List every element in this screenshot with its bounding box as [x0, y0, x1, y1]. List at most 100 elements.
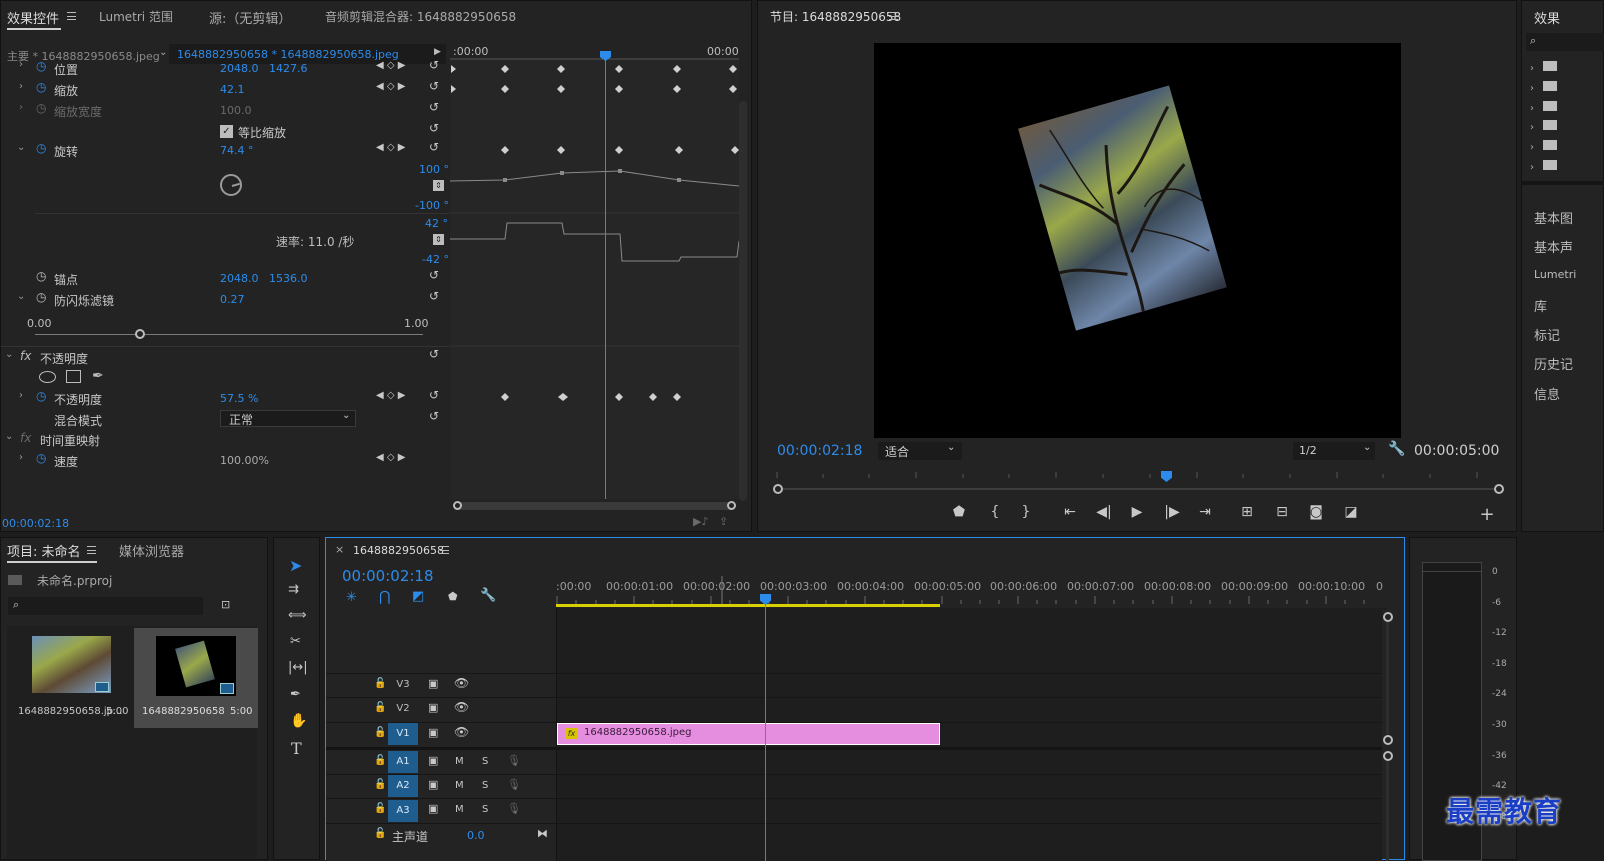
linked-selection-icon[interactable]: ◩: [412, 589, 424, 604]
panel-tab-essential-graphics[interactable]: 基本图: [1534, 208, 1573, 227]
keyframe-nav-icon[interactable]: ◀ ◇ ▶: [376, 390, 405, 401]
program-title[interactable]: 节目: 1648882950658: [770, 8, 901, 25]
eye-icon[interactable]: 👁: [454, 725, 469, 739]
reset-icon[interactable]: ↺: [429, 347, 439, 361]
expand-arrow-icon[interactable]: ›: [19, 59, 23, 70]
scale-value[interactable]: 42.1: [220, 83, 245, 96]
rotation-value[interactable]: 74.4 °: [220, 144, 254, 157]
hand-tool-icon[interactable]: ✋: [290, 713, 307, 729]
timeline-vscroll-track[interactable]: [1386, 761, 1389, 861]
export-icon[interactable]: ⇪: [719, 515, 728, 528]
timeline-tab-title[interactable]: 1648882950658: [353, 544, 444, 557]
stopwatch-icon[interactable]: ◷: [36, 451, 46, 465]
eye-icon[interactable]: 👁: [454, 676, 469, 690]
uniform-scale-checkbox[interactable]: ✓: [220, 125, 233, 138]
track-target-a3[interactable]: A3: [388, 800, 418, 822]
play-icon[interactable]: ▶: [1127, 504, 1147, 520]
sync-lock-icon[interactable]: ▣: [428, 677, 438, 690]
microphone-icon[interactable]: 🎙: [507, 778, 521, 791]
work-area-bar[interactable]: [556, 604, 940, 607]
mute-button[interactable]: M: [455, 780, 464, 791]
effects-search[interactable]: [1526, 33, 1604, 51]
keyframe-nav-icon[interactable]: ◀ ◇ ▶: [376, 81, 405, 92]
track-target-v3[interactable]: V3: [388, 674, 418, 696]
scrubber-handle-left[interactable]: [773, 484, 783, 494]
chevron-down-icon[interactable]: ⌄: [159, 47, 167, 58]
tab-lumetri-scopes[interactable]: Lumetri 范围: [99, 8, 173, 25]
add-button-icon[interactable]: +: [1477, 504, 1497, 525]
track-target-v1[interactable]: V1: [388, 723, 418, 745]
pen-tool-icon[interactable]: ✒: [290, 687, 301, 702]
reset-icon[interactable]: ↺: [429, 79, 439, 93]
stopwatch-icon[interactable]: ◷: [36, 389, 46, 403]
sync-lock-icon[interactable]: ▣: [428, 802, 438, 815]
fx-icon[interactable]: fx: [20, 349, 31, 363]
lock-icon[interactable]: 🔓: [374, 755, 386, 766]
type-tool-icon[interactable]: T: [291, 739, 302, 758]
flicker-value[interactable]: 0.27: [220, 293, 245, 306]
program-scrubber[interactable]: [773, 464, 1504, 494]
menu-icon[interactable]: [67, 12, 76, 20]
keyframe-nav-icon[interactable]: ◀ ◇ ▶: [376, 452, 405, 463]
folder-icon[interactable]: ›: [1530, 160, 1558, 173]
keyframe-nav-icon[interactable]: ◀ ◇ ▶: [376, 60, 405, 71]
export-frame-icon[interactable]: ◙: [1306, 504, 1326, 520]
reset-icon[interactable]: ↺: [429, 100, 439, 114]
reset-icon[interactable]: ↺: [429, 140, 439, 154]
solo-button[interactable]: S: [482, 756, 488, 767]
microphone-icon[interactable]: 🎙: [507, 802, 521, 815]
master-value[interactable]: 0.0: [467, 829, 485, 842]
razor-tool-icon[interactable]: ✂: [290, 634, 301, 649]
position-y-value[interactable]: 1427.6: [269, 62, 308, 75]
stopwatch-icon[interactable]: ◷: [36, 269, 46, 283]
wrench-icon[interactable]: 🔧: [1388, 441, 1405, 457]
folder-icon[interactable]: ›: [1530, 61, 1558, 74]
step-forward-icon[interactable]: |▶: [1162, 504, 1182, 520]
sync-lock-icon[interactable]: ▣: [428, 726, 438, 739]
snap-icon[interactable]: ⋂: [379, 589, 390, 605]
lock-icon[interactable]: 🔓: [374, 702, 386, 713]
program-video-frame[interactable]: [874, 43, 1401, 438]
flicker-slider-thumb[interactable]: [134, 329, 145, 339]
panel-tab-history[interactable]: 历史记: [1534, 354, 1573, 373]
project-item-selected[interactable]: 1648882950658 5:00: [134, 628, 258, 728]
expand-arrow-icon[interactable]: ›: [19, 452, 23, 463]
expand-arrow-icon[interactable]: ›: [19, 390, 23, 401]
add-marker-icon[interactable]: ⬟: [949, 504, 969, 520]
menu-icon[interactable]: [87, 546, 96, 554]
time-ruler[interactable]: :00:00 00:00:01:00 00:00:02:00 00:00:03:…: [556, 576, 1386, 608]
lock-icon[interactable]: 🔓: [374, 828, 386, 839]
panel-tab-info[interactable]: 信息: [1534, 384, 1560, 403]
panel-tab-markers[interactable]: 标记: [1534, 325, 1560, 344]
mark-in-icon[interactable]: {: [985, 504, 1005, 520]
close-icon[interactable]: ×: [335, 543, 344, 556]
add-marker-icon[interactable]: ⬟: [448, 590, 458, 603]
stopwatch-icon[interactable]: ◷: [36, 290, 46, 304]
graph-fit-icon[interactable]: ⇕: [433, 234, 444, 245]
lift-icon[interactable]: ⊞: [1237, 504, 1257, 520]
timeline-vscroll-handle[interactable]: [1383, 612, 1393, 622]
anchor-y-value[interactable]: 1536.0: [269, 272, 308, 285]
collapse-arrow-icon[interactable]: ⌄: [17, 142, 25, 153]
slip-tool-icon[interactable]: |↔|: [288, 660, 308, 675]
ec-current-time[interactable]: 00:00:02:18: [2, 517, 69, 530]
solo-button[interactable]: S: [482, 780, 488, 791]
track-select-tool-icon[interactable]: ⇉: [288, 582, 299, 597]
timeline-vscroll-track[interactable]: [1386, 622, 1389, 734]
reset-icon[interactable]: ↺: [429, 289, 439, 303]
graph-fit-icon[interactable]: ⇕: [433, 180, 444, 191]
lock-icon[interactable]: 🔓: [374, 803, 386, 814]
expand-arrow-icon[interactable]: ›: [19, 81, 23, 92]
mute-button[interactable]: M: [455, 804, 464, 815]
tab-effect-controls[interactable]: 效果控件: [7, 8, 59, 27]
timeline-vscroll-handle[interactable]: [1383, 735, 1393, 745]
track-target-a2[interactable]: A2: [388, 775, 418, 797]
collapse-arrow-icon[interactable]: ⌄: [5, 349, 13, 360]
pen-mask-icon[interactable]: ✒: [92, 368, 104, 384]
collapse-arrow-icon[interactable]: ⌄: [5, 431, 13, 442]
project-search[interactable]: [8, 597, 203, 615]
folder-icon[interactable]: ›: [1530, 81, 1558, 94]
selection-tool-icon[interactable]: ➤: [289, 556, 302, 575]
tab-media-browser[interactable]: 媒体浏览器: [119, 541, 184, 560]
go-to-out-icon[interactable]: ⇥: [1195, 504, 1215, 520]
